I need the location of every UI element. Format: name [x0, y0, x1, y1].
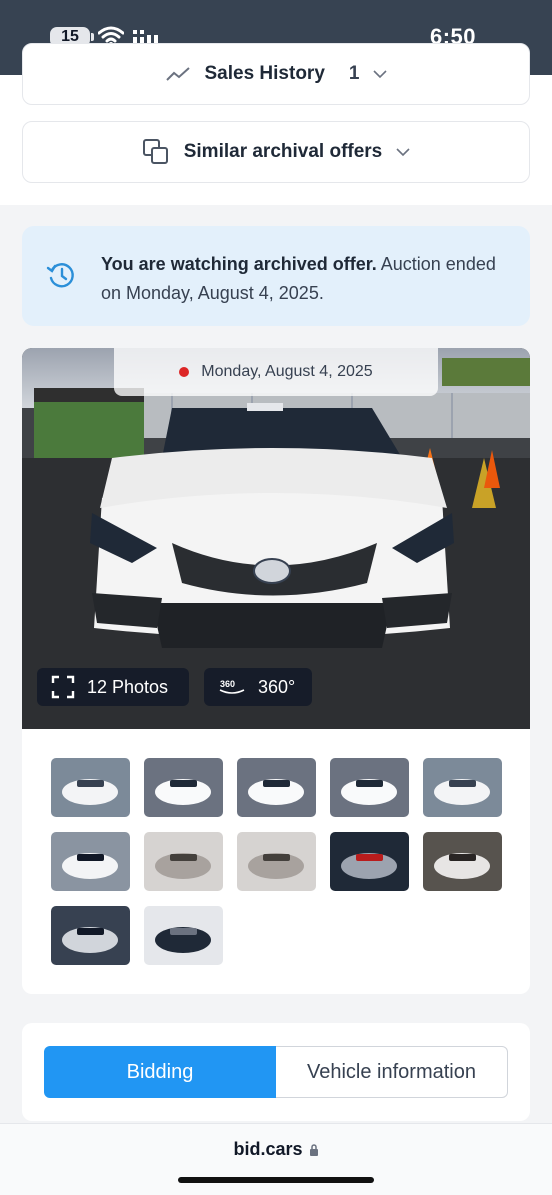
similar-offers-label: Similar archival offers: [183, 141, 383, 162]
photo-thumbnail[interactable]: [330, 758, 409, 817]
copy-icon: [142, 139, 168, 164]
interior-seat-thumb: [144, 832, 223, 891]
interior-rear-thumb: [423, 832, 502, 891]
photos-count-label: 12 Photos: [87, 676, 169, 697]
trend-icon: [165, 67, 190, 81]
car-side-thumb: [144, 758, 223, 817]
sales-history-label: Sales History: [204, 63, 325, 84]
history-icon: [46, 263, 74, 288]
chevron-down-icon: [373, 70, 388, 79]
browser-address-bar[interactable]: bid.cars: [0, 1123, 552, 1195]
sales-history-dropdown[interactable]: Sales History 1: [22, 43, 530, 105]
360-view-icon: 360: [219, 679, 245, 694]
car-front-thumb: [51, 758, 130, 817]
photo-thumbnail[interactable]: [51, 758, 130, 817]
photo-thumbnail[interactable]: [51, 906, 130, 965]
archived-offer-notice: You are watching archived offer. Auction…: [22, 226, 530, 326]
photo-thumbnail[interactable]: [144, 758, 223, 817]
lock-icon: [309, 1144, 318, 1156]
auction-date: Monday, August 4, 2025: [201, 363, 373, 380]
photo-thumbnail[interactable]: [330, 832, 409, 891]
photo-gallery-card: Monday, August 4, 2025 12 Photos 360 360…: [22, 348, 530, 994]
home-indicator[interactable]: [178, 1177, 374, 1183]
photo-thumbnail[interactable]: [423, 758, 502, 817]
360-badge-text: 360: [220, 679, 235, 689]
notice-bold: You are watching archived offer.: [101, 254, 377, 274]
door-label-thumb: [144, 906, 223, 965]
car-rear-thumb: [51, 832, 130, 891]
notice-text: You are watching archived offer. Auction…: [101, 250, 511, 308]
chevron-down-icon: [396, 148, 410, 157]
status-dot: [179, 367, 190, 377]
car-side-thumb: [237, 758, 316, 817]
fullscreen-icon: [51, 675, 75, 699]
similar-offers-dropdown[interactable]: Similar archival offers: [22, 121, 530, 183]
sales-history-count: 1: [348, 63, 360, 84]
view-360-button[interactable]: 360 360°: [204, 668, 312, 706]
photo-thumbnail[interactable]: [237, 832, 316, 891]
car-front-thumb: [423, 758, 502, 817]
car-side-thumb: [330, 758, 409, 817]
photos-count-button[interactable]: 12 Photos: [37, 668, 189, 706]
url-display[interactable]: bid.cars: [0, 1139, 552, 1160]
details-tabs-card: Bidding Vehicle information: [22, 1023, 530, 1121]
photo-thumbnail[interactable]: [51, 832, 130, 891]
photo-thumbnail[interactable]: [144, 832, 223, 891]
interior-seat-thumb: [237, 832, 316, 891]
view-360-label: 360°: [258, 676, 296, 697]
url-text: bid.cars: [233, 1139, 303, 1159]
tab-bidding[interactable]: Bidding: [44, 1046, 276, 1098]
auction-date-chip: Monday, August 4, 2025: [114, 348, 438, 396]
photo-thumbnail[interactable]: [144, 906, 223, 965]
photo-thumbnail[interactable]: [423, 832, 502, 891]
archive-sections: Sales History 1 Similar archival offers: [0, 43, 552, 205]
thumbnail-grid: [51, 758, 503, 965]
dashboard-gauge-thumb: [330, 832, 409, 891]
engine-bay-thumb: [51, 906, 130, 965]
tab-vehicle-information[interactable]: Vehicle information: [276, 1046, 508, 1098]
photo-thumbnail[interactable]: [237, 758, 316, 817]
